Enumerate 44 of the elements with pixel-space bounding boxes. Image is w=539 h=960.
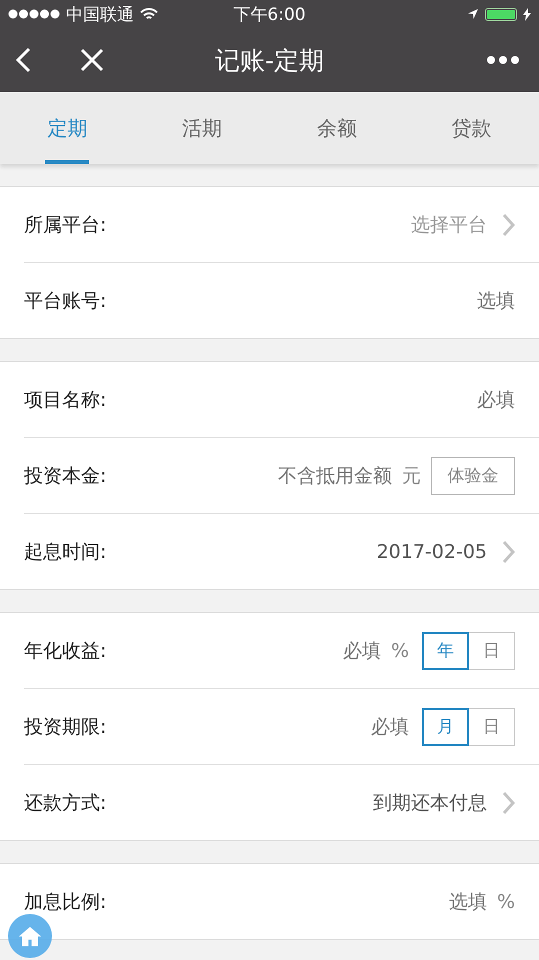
tab[interactable]: 贷款 — [404, 92, 539, 164]
location-arrow-icon — [467, 8, 479, 20]
field-label: 投资本金: — [24, 464, 106, 488]
home-icon — [18, 926, 42, 946]
input-field[interactable]: 选填 — [444, 890, 487, 912]
input-field[interactable]: 不含抵用金额 — [274, 464, 392, 486]
input-field[interactable]: 必填 — [473, 388, 515, 410]
unit-option[interactable]: 月 — [422, 708, 469, 746]
field-label: 起息时间: — [24, 540, 106, 564]
tab[interactable]: 活期 — [134, 92, 270, 164]
input-field[interactable]: 必填 — [367, 716, 409, 738]
chevron-right-icon — [501, 540, 515, 564]
picker-value[interactable]: 2017-02-05 — [376, 540, 487, 562]
picker-value[interactable]: 到期还本付息 — [373, 790, 487, 816]
field-label: 投资期限: — [24, 714, 106, 740]
carrier-name: 中国联通 — [66, 4, 134, 26]
unit-option[interactable]: 日 — [468, 708, 515, 746]
more-button[interactable] — [487, 56, 519, 64]
trial-fund-toggle[interactable]: 体验金 — [431, 456, 515, 494]
picker-value[interactable]: 选择平台 — [411, 212, 487, 238]
status-time: 下午6:00 — [233, 4, 306, 24]
unit-option[interactable]: 日 — [468, 632, 515, 670]
unit-label: % — [390, 640, 409, 662]
close-button[interactable] — [80, 48, 104, 72]
input-field[interactable]: 选填 — [473, 290, 515, 312]
signal-icon — [8, 9, 60, 19]
field-label: 年化收益: — [24, 638, 106, 664]
tab[interactable]: 余额 — [270, 92, 404, 164]
field-label: 项目名称: — [24, 388, 106, 412]
input-field[interactable]: 必填 — [338, 640, 381, 662]
field-label: 加息比例: — [24, 890, 106, 914]
back-button[interactable] — [14, 47, 32, 73]
field-label: 平台账号: — [24, 288, 106, 314]
unit-option[interactable]: 年 — [422, 632, 469, 670]
charging-bolt-icon — [523, 8, 531, 20]
battery-icon — [485, 8, 517, 20]
field-label: 还款方式: — [24, 790, 106, 816]
window-title: 记账-定期 — [214, 46, 324, 74]
field-label: 所属平台: — [24, 212, 106, 238]
wifi-icon — [140, 8, 158, 20]
tab[interactable]: 定期 — [0, 92, 135, 164]
chevron-right-icon — [501, 212, 515, 236]
unit-label: 元 — [402, 464, 421, 488]
unit-label: % — [496, 890, 515, 912]
